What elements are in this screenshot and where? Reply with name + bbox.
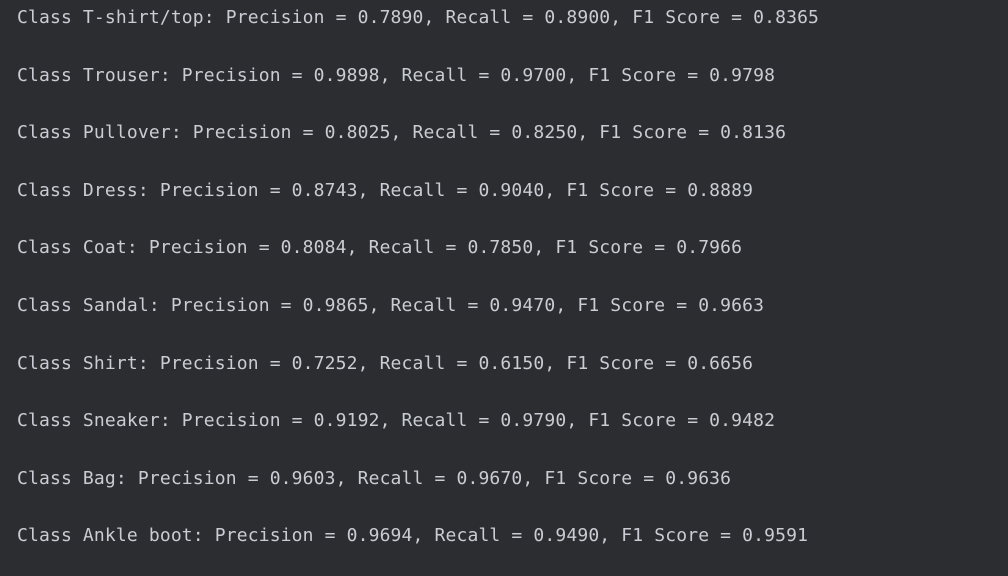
output-line-shirt: Class Shirt: Precision = 0.7252, Recall … [17, 352, 754, 374]
output-text-block: Class T-shirt/top: Precision = 0.7890, R… [17, 0, 1008, 576]
output-line-tshirt-top: Class T-shirt/top: Precision = 0.7890, R… [17, 7, 820, 28]
output-line-trouser: Class Trouser: Precision = 0.9898, Recal… [17, 64, 776, 86]
output-line-sandal: Class Sandal: Precision = 0.9865, Recall… [17, 294, 765, 316]
output-line-sneaker: Class Sneaker: Precision = 0.9192, Recal… [17, 410, 776, 432]
output-line-ankle-boot: Class Ankle boot: Precision = 0.9694, Re… [17, 525, 809, 547]
output-line-coat: Class Coat: Precision = 0.8084, Recall =… [17, 237, 743, 259]
cell-output-panel: Class T-shirt/top: Precision = 0.7890, R… [0, 0, 1008, 576]
output-line-pullover: Class Pullover: Precision = 0.8025, Reca… [17, 122, 787, 144]
output-line-bag: Class Bag: Precision = 0.9603, Recall = … [17, 467, 732, 489]
output-line-dress: Class Dress: Precision = 0.8743, Recall … [17, 179, 754, 201]
